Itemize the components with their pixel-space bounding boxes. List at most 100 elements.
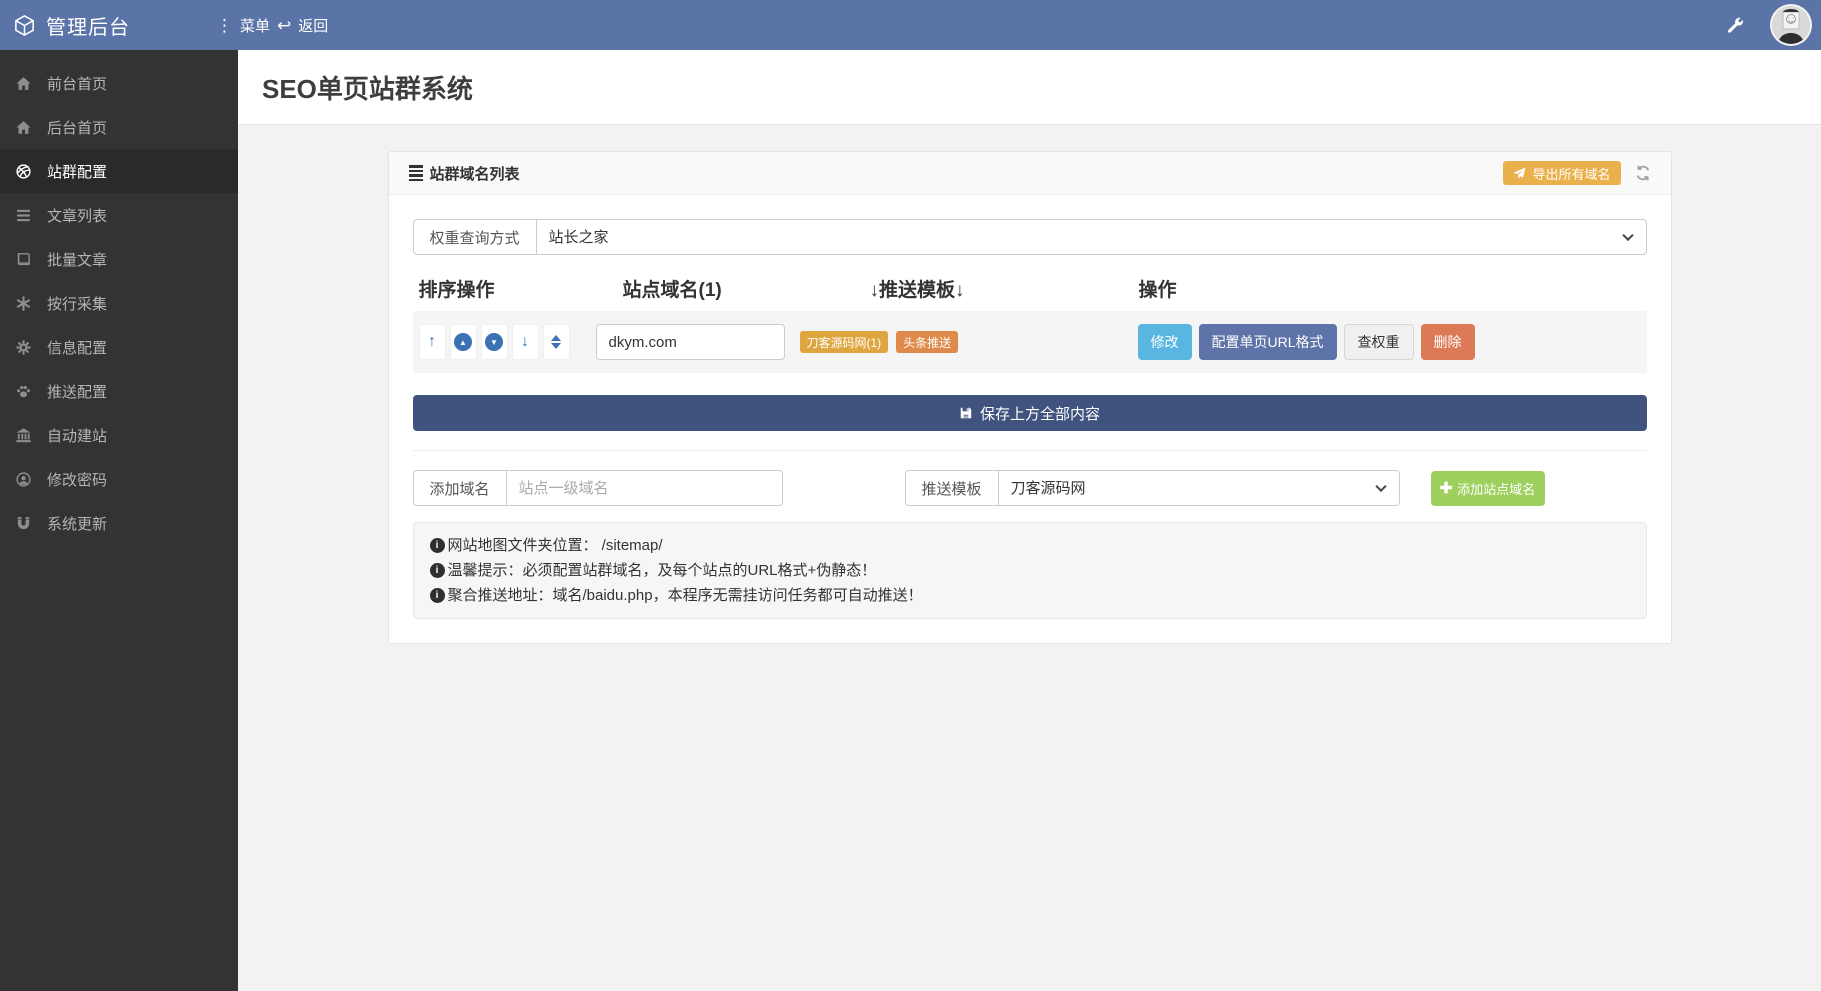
sidebar-item-label: 后台首页 xyxy=(47,119,108,137)
home-icon xyxy=(15,75,32,92)
sort-controls: ↑ ▲ ▼ ↓ xyxy=(418,324,570,360)
info-icon: i xyxy=(429,588,445,603)
sidebar-item-front-home[interactable]: 前台首页 xyxy=(0,61,238,105)
user-avatar[interactable] xyxy=(1770,4,1812,46)
push-template-label: 推送模板 xyxy=(904,470,998,506)
sidebar-item-label: 按行采集 xyxy=(47,295,108,313)
sidebar-item-label: 推送配置 xyxy=(47,383,108,401)
template-badge[interactable]: 刀客源码网(1) xyxy=(799,331,889,353)
list-icon xyxy=(15,207,32,224)
table-header-row: 排序操作 站点域名(1) ↓推送模板↓ 操作 xyxy=(413,267,1647,307)
column-header-domain: 站点域名(1) xyxy=(622,280,722,301)
gear-icon xyxy=(15,339,32,356)
sort-updown-icon xyxy=(551,335,561,349)
add-site-domain-button[interactable]: ✚ 添加站点域名 xyxy=(1430,470,1545,506)
sidebar-item-label: 修改密码 xyxy=(47,471,108,489)
move-up-button[interactable]: ▲ xyxy=(449,324,477,360)
ellipsis-icon: ⋮ xyxy=(216,15,233,35)
weight-query-label: 权重查询方式 xyxy=(412,219,536,255)
plus-icon: ✚ xyxy=(1439,479,1453,497)
note-push-address: i 聚合推送地址：域名/baidu.php，本程序无需挂访问任务都可自动推送！ xyxy=(429,583,1630,608)
back-button[interactable]: ↩ 返回 xyxy=(277,0,328,50)
sidebar-item-change-password[interactable]: 修改密码 xyxy=(0,457,238,501)
save-all-button[interactable]: 保存上方全部内容 xyxy=(412,395,1647,431)
back-label: 返回 xyxy=(298,17,329,35)
paper-plane-icon xyxy=(1513,167,1526,180)
check-weight-button[interactable]: 查权重 xyxy=(1343,324,1414,360)
sidebar-item-site-group-config[interactable]: 站群配置 xyxy=(0,149,238,193)
add-domain-label: 添加域名 xyxy=(412,470,506,506)
sidebar-item-label: 信息配置 xyxy=(47,339,108,357)
move-top-button[interactable]: ↑ xyxy=(418,324,446,360)
domain-list-panel: 站群域名列表 导出所有域名 权重查询方式 站长之家 排序操作 站点域名(1) ↓… xyxy=(387,151,1672,644)
notes-well: i 网站地图文件夹位置： /sitemap/ i 温馨提示：必须配置站群域名，及… xyxy=(412,522,1647,619)
cube-logo-icon xyxy=(13,14,36,37)
sidebar-item-label: 批量文章 xyxy=(47,251,108,269)
sidebar-item-label: 前台首页 xyxy=(47,75,108,93)
main-content: SEO单页站群系统 站群域名列表 导出所有域名 权重查询方式 站长之家 排序操作… xyxy=(238,50,1821,991)
delete-button[interactable]: 删除 xyxy=(1420,324,1475,360)
list-bars-icon xyxy=(408,165,423,181)
sidebar-item-admin-home[interactable]: 后台首页 xyxy=(0,105,238,149)
move-bottom-button[interactable]: ↓ xyxy=(511,324,539,360)
column-header-sort: 排序操作 xyxy=(418,280,495,301)
toutiao-push-badge[interactable]: 头条推送 xyxy=(896,331,959,353)
page-title: SEO单页站群系统 xyxy=(262,73,473,104)
sidebar-item-row-collect[interactable]: 按行采集 xyxy=(0,281,238,325)
sidebar-item-auto-build[interactable]: 自动建站 xyxy=(0,413,238,457)
panel-header: 站群域名列表 导出所有域名 xyxy=(388,152,1671,195)
wrench-icon[interactable] xyxy=(1726,16,1744,34)
push-template-group: 推送模板 刀客源码网 xyxy=(904,470,1400,506)
note-tip: i 温馨提示：必须配置站群域名，及每个站点的URL格式+伪静态！ xyxy=(429,558,1630,583)
move-down-button[interactable]: ▼ xyxy=(480,324,508,360)
domain-input[interactable] xyxy=(595,324,785,360)
sidebar-item-info-config[interactable]: 信息配置 xyxy=(0,325,238,369)
sidebar-nav: 前台首页 后台首页 站群配置 文章列表 批量文章 按行采集 信息配置 推送配置 … xyxy=(0,50,238,991)
template-badges: 刀客源码网(1) 头条推送 xyxy=(799,331,959,353)
circle-chevron-down-icon: ▼ xyxy=(485,333,503,351)
reply-arrow-icon: ↩ xyxy=(277,15,292,35)
brand[interactable]: 管理后台 xyxy=(0,11,205,40)
note-sitemap: i 网站地图文件夹位置： /sitemap/ xyxy=(429,533,1630,558)
menu-label: 菜单 xyxy=(240,17,271,35)
sidebar-item-push-config[interactable]: 推送配置 xyxy=(0,369,238,413)
row-actions: 修改 配置单页URL格式 查权重 删除 xyxy=(1137,324,1475,360)
home-icon xyxy=(15,119,32,136)
edit-button[interactable]: 修改 xyxy=(1137,324,1192,360)
circle-chevron-up-icon: ▲ xyxy=(454,333,472,351)
bank-icon xyxy=(15,427,32,444)
sidebar-item-label: 自动建站 xyxy=(47,427,108,445)
configure-url-button[interactable]: 配置单页URL格式 xyxy=(1198,324,1337,360)
floppy-disk-icon xyxy=(959,406,973,420)
user-circle-icon xyxy=(15,471,32,488)
add-domain-group: 添加域名 xyxy=(412,470,783,506)
top-navbar: 管理后台 ⋮ 菜单 ↩ 返回 xyxy=(0,0,1821,50)
sidebar-item-label: 站群配置 xyxy=(47,163,108,181)
divider xyxy=(412,450,1647,451)
refresh-icon[interactable] xyxy=(1635,165,1651,181)
sidebar-item-label: 系统更新 xyxy=(47,515,108,533)
weight-query-select[interactable]: 站长之家 xyxy=(535,219,1647,255)
info-icon: i xyxy=(429,563,445,578)
globe-icon xyxy=(15,163,32,180)
brand-title: 管理后台 xyxy=(46,16,130,39)
book-icon xyxy=(15,251,32,268)
paw-icon xyxy=(15,383,32,400)
sidebar-item-article-list[interactable]: 文章列表 xyxy=(0,193,238,237)
new-domain-input[interactable] xyxy=(505,470,783,506)
content-header: SEO单页站群系统 xyxy=(238,50,1821,125)
panel-title: 站群域名列表 xyxy=(408,163,520,184)
magnet-icon xyxy=(15,515,32,532)
sidebar-item-batch-articles[interactable]: 批量文章 xyxy=(0,237,238,281)
table-row: ↑ ▲ ▼ ↓ 刀客源码网(1) 头条推送 修改 配置单页URL格式 查权重 删… xyxy=(412,311,1647,373)
asterisk-icon xyxy=(15,295,32,312)
export-all-domains-button[interactable]: 导出所有域名 xyxy=(1503,161,1621,185)
column-header-actions: 操作 xyxy=(1138,280,1177,301)
sidebar-toggle-menu[interactable]: ⋮ 菜单 xyxy=(216,0,270,50)
sidebar-item-system-update[interactable]: 系统更新 xyxy=(0,501,238,545)
add-domain-form: 添加域名 推送模板 刀客源码网 ✚ 添加站点域名 xyxy=(412,470,1647,506)
push-template-select[interactable]: 刀客源码网 xyxy=(997,470,1400,506)
column-header-template: ↓推送模板↓ xyxy=(869,280,965,301)
sort-toggle-button[interactable] xyxy=(542,324,570,360)
sidebar-item-label: 文章列表 xyxy=(47,207,108,225)
